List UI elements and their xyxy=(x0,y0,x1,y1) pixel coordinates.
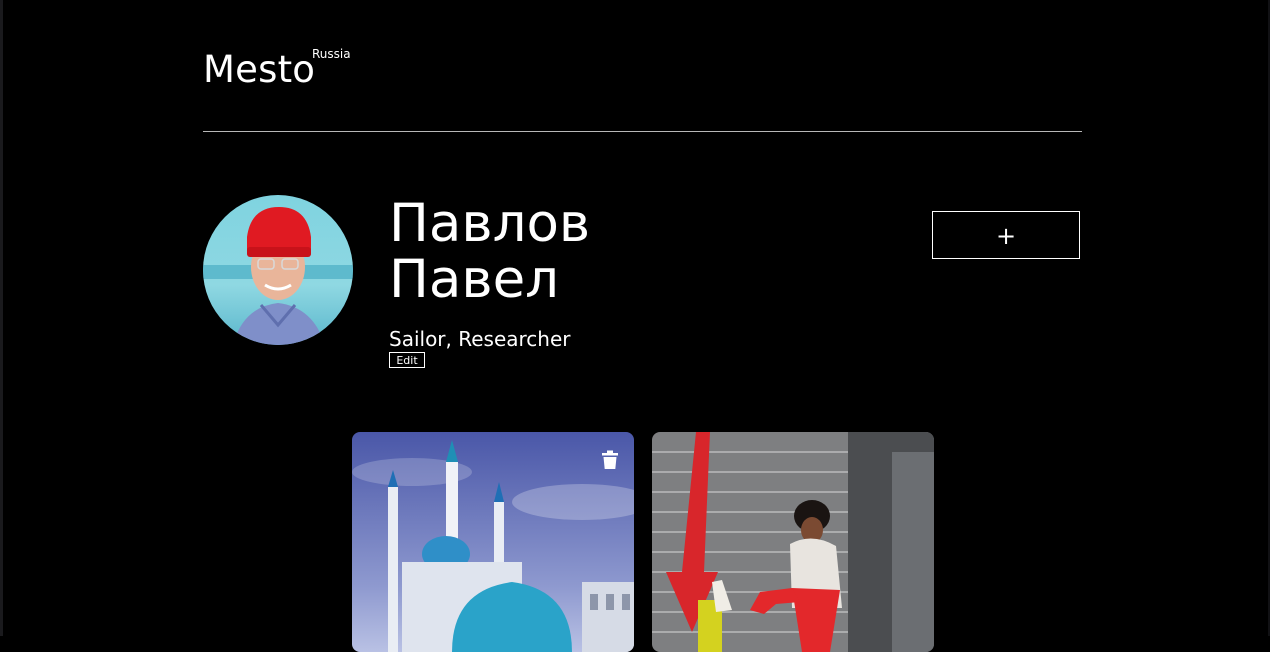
add-card-button[interactable]: + xyxy=(932,211,1080,259)
card-photo-street xyxy=(652,432,934,652)
profile-about: Sailor, Researcher xyxy=(389,327,571,351)
site-header: Mesto Russia xyxy=(203,42,1082,132)
window-edge-left xyxy=(0,0,3,636)
avatar-image xyxy=(203,195,353,345)
edit-profile-button[interactable]: Edit xyxy=(389,352,425,368)
card-image-1[interactable] xyxy=(352,432,634,652)
card-image-2[interactable] xyxy=(652,432,934,652)
card-photo-mosque xyxy=(352,432,634,652)
logo-superscript: Russia xyxy=(312,47,351,61)
logo[interactable]: Mesto xyxy=(203,49,315,91)
trash-icon[interactable] xyxy=(600,450,620,470)
header-divider xyxy=(203,131,1082,132)
avatar[interactable] xyxy=(203,195,353,345)
profile-name: Павлов Павел xyxy=(389,193,591,310)
